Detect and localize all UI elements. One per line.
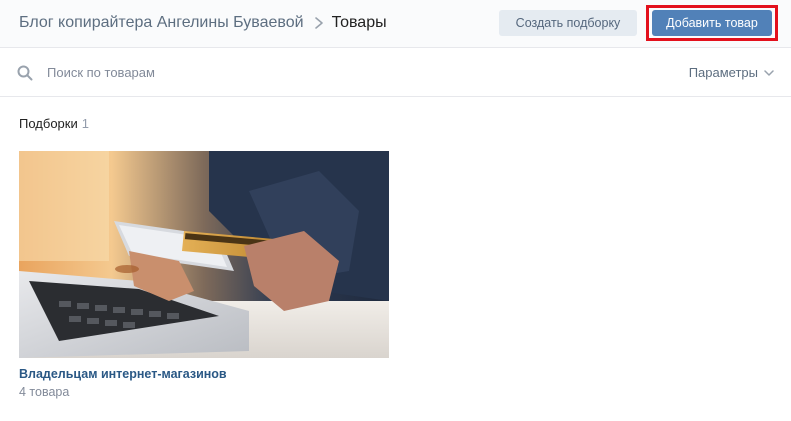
add-product-button[interactable]: Добавить товар [652, 10, 772, 36]
breadcrumb: Блог копирайтера Ангелины Буваевой Товар… [19, 13, 387, 33]
chevron-right-icon [314, 17, 323, 29]
search-bar: Параметры [0, 48, 791, 97]
chevron-down-icon [764, 69, 774, 76]
search-icon [17, 65, 33, 81]
collection-item-count: 4 товара [19, 385, 70, 399]
page-header: Блог копирайтера Ангелины Буваевой Товар… [0, 0, 791, 48]
breadcrumb-current: Товары [331, 14, 387, 31]
collections-count: 1 [81, 116, 89, 131]
collections-title: Подборки [19, 116, 78, 131]
collection-cover-image[interactable] [19, 151, 389, 358]
collection-name[interactable]: Владельцам интернет-магазинов [19, 366, 389, 382]
params-dropdown[interactable]: Параметры [689, 65, 774, 80]
page: Блог копирайтера Ангелины Буваевой Товар… [0, 0, 791, 421]
params-label: Параметры [688, 65, 758, 80]
create-collection-button[interactable]: Создать подборку [499, 10, 637, 36]
search-input[interactable] [40, 60, 554, 84]
collection-card[interactable]: Владельцам интернет-магазинов 4 товара [19, 151, 389, 400]
collections-heading: Подборки 1 [19, 116, 89, 131]
breadcrumb-parent-link[interactable]: Блог копирайтера Ангелины Буваевой [19, 13, 304, 33]
